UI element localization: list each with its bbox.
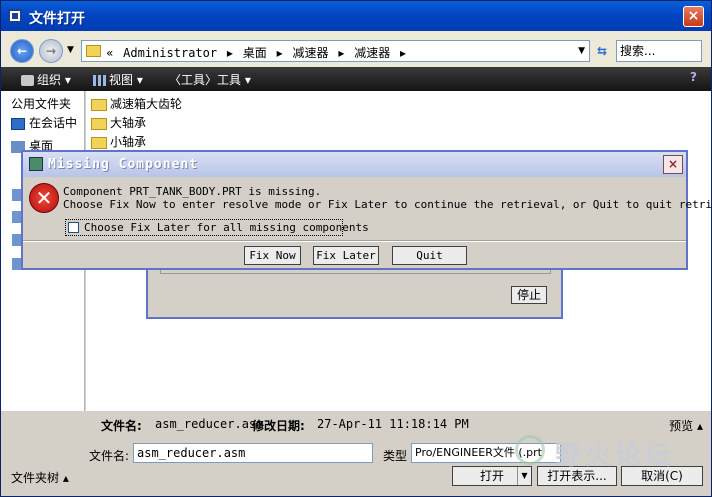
view-menu[interactable]: 视图 ▾ xyxy=(93,71,143,88)
search-input[interactable]: 搜索... xyxy=(616,40,702,62)
list-item-label: 小轴承 xyxy=(110,135,147,149)
address-row: ← → ▼ « Administrator ▸ 桌面 ▸ 减速器 ▸ 减速器 ▸… xyxy=(1,31,711,67)
window-icon xyxy=(8,9,22,23)
open-button[interactable]: 打开 ▼ xyxy=(452,466,532,486)
tools-menu[interactable]: 〈工具〉工具 ▾ xyxy=(169,71,251,88)
tools-label: 〈工具〉工具 ▾ xyxy=(169,73,251,87)
divider xyxy=(23,240,686,242)
open-dropdown-icon[interactable]: ▼ xyxy=(517,467,531,485)
organize-icon xyxy=(21,75,34,86)
window-close-button[interactable]: × xyxy=(683,6,704,27)
left-pane-item-label: 在会话中 xyxy=(29,116,78,130)
back-button[interactable]: ← xyxy=(10,39,34,63)
folder-icon xyxy=(91,98,107,111)
breadcrumb-administrator[interactable]: Administrator xyxy=(123,46,217,60)
filename-input[interactable]: asm_reducer.asm xyxy=(133,443,373,463)
monitor-icon xyxy=(11,117,25,130)
left-pane-header: 公用文件夹 xyxy=(11,97,72,111)
breadcrumb-overflow[interactable]: « xyxy=(106,46,113,60)
details-pane: 文件名: asm_reducer.asm 修改日期: 27-Apr-11 11:… xyxy=(89,415,709,433)
window-title: 文件打开 xyxy=(29,11,85,27)
filename-label: 文件名: xyxy=(89,449,130,463)
open-representation-button[interactable]: 打开表示... xyxy=(537,466,617,486)
dialog-title: Missing Component xyxy=(48,157,199,172)
title-bar: 文件打开 × xyxy=(1,1,711,31)
list-item-label: 减速箱大齿轮 xyxy=(110,97,183,111)
breadcrumb-reducer-current[interactable]: 减速器 xyxy=(354,46,390,60)
help-icon[interactable]: ? xyxy=(690,70,697,84)
view-label: 视图 ▾ xyxy=(109,73,143,87)
dialog-close-button[interactable]: × xyxy=(663,155,683,174)
history-dropdown-icon[interactable]: ▼ xyxy=(67,45,74,55)
preview-toggle[interactable]: 预览 ▴ xyxy=(669,417,703,434)
dialog-message-line1: Component PRT_TANK_BODY.PRT is missing. xyxy=(63,185,322,198)
folder-icon xyxy=(91,136,107,149)
refresh-icon[interactable]: ⇆ xyxy=(592,40,612,62)
breadcrumb-separator[interactable]: ▸ xyxy=(338,46,344,60)
details-name-label: 文件名: xyxy=(101,419,142,433)
fix-later-button[interactable]: Fix Later xyxy=(313,246,379,265)
folder-icon xyxy=(91,117,107,130)
list-item[interactable]: 小轴承 xyxy=(91,133,146,150)
organize-label: 组织 ▾ xyxy=(37,73,71,87)
address-bar[interactable]: « Administrator ▸ 桌面 ▸ 减速器 ▸ 减速器 ▸ ▼ xyxy=(81,40,590,62)
dialog-message-line2: Choose Fix Now to enter resolve mode or … xyxy=(63,198,712,211)
file-open-window: 文件打开 × ← → ▼ « Administrator ▸ 桌面 ▸ 减速器 … xyxy=(0,0,712,497)
quit-button[interactable]: Quit xyxy=(392,246,467,265)
organize-menu[interactable]: 组织 ▾ xyxy=(21,71,71,88)
fix-later-all-option[interactable]: Choose Fix Later for all missing compone… xyxy=(65,219,369,236)
app-icon xyxy=(29,157,43,171)
breadcrumb-separator[interactable]: ▸ xyxy=(227,46,233,60)
open-label: 打开 xyxy=(479,469,504,483)
breadcrumb-separator[interactable]: ▸ xyxy=(400,46,406,60)
forward-button[interactable]: → xyxy=(39,39,63,63)
list-item-label: 大轴承 xyxy=(110,116,147,130)
dialog-title-bar: Missing Component × xyxy=(23,152,686,177)
cancel-button[interactable]: 取消(C) xyxy=(621,466,703,486)
breadcrumb-separator[interactable]: ▸ xyxy=(277,46,283,60)
list-item[interactable]: 大轴承 xyxy=(91,114,146,131)
list-item[interactable]: 减速箱大齿轮 xyxy=(91,95,182,112)
missing-component-dialog: Missing Component × ✕ Component PRT_TANK… xyxy=(21,150,712,270)
fix-later-all-checkbox[interactable] xyxy=(68,222,79,233)
details-date-label: 修改日期: xyxy=(252,419,305,433)
type-select[interactable]: Pro/ENGINEER文件 (.prt xyxy=(411,443,561,463)
details-name-value: asm_reducer.asm xyxy=(155,417,264,431)
breadcrumb-desktop[interactable]: 桌面 xyxy=(243,46,267,60)
fix-later-all-label: Choose Fix Later for all missing compone… xyxy=(84,221,369,234)
stop-button[interactable]: 停止 xyxy=(511,286,547,304)
left-pane-item-in-session[interactable]: 在会话中 xyxy=(11,114,77,131)
type-label: 类型 xyxy=(383,449,408,463)
address-dropdown-icon[interactable]: ▼ xyxy=(578,46,585,56)
folder-tree-toggle[interactable]: 文件夹树 ▴ xyxy=(11,469,69,486)
toolbar: 组织 ▾ 视图 ▾ 〈工具〉工具 ▾ ? xyxy=(1,67,711,91)
view-icon xyxy=(93,75,106,86)
details-date-value: 27-Apr-11 11:18:14 PM xyxy=(317,417,469,431)
fix-now-button[interactable]: Fix Now xyxy=(244,246,301,265)
folder-icon xyxy=(86,45,101,57)
breadcrumb: « Administrator ▸ 桌面 ▸ 减速器 ▸ 减速器 ▸ xyxy=(106,44,412,61)
error-icon: ✕ xyxy=(29,183,59,213)
breadcrumb-reducer[interactable]: 减速器 xyxy=(292,46,328,60)
